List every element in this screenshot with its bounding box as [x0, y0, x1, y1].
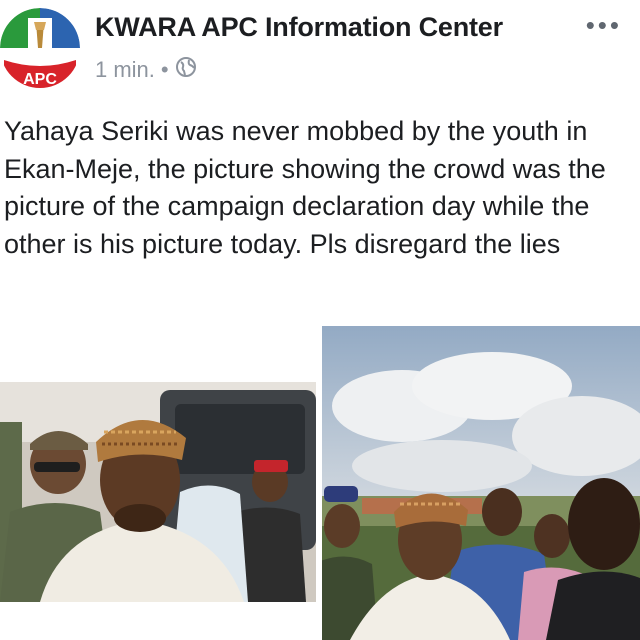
post-photo-today[interactable] [322, 326, 640, 640]
more-options-icon[interactable]: ••• [586, 10, 622, 41]
page-name-link[interactable]: KWARA APC Information Center [95, 12, 503, 43]
page-avatar-logo[interactable]: APC [0, 8, 80, 88]
post-timestamp[interactable]: 1 min. [95, 57, 155, 83]
globe-icon [175, 56, 197, 84]
logo-text: APC [23, 71, 57, 88]
post-header: APC KWARA APC Information Center 1 min. … [0, 0, 640, 100]
post-photo-crowd[interactable] [0, 382, 316, 602]
post-meta: 1 min. • [95, 56, 197, 84]
post-body-text: Yahaya Seriki was never mobbed by the yo… [4, 116, 606, 259]
meta-separator: • [160, 57, 169, 82]
